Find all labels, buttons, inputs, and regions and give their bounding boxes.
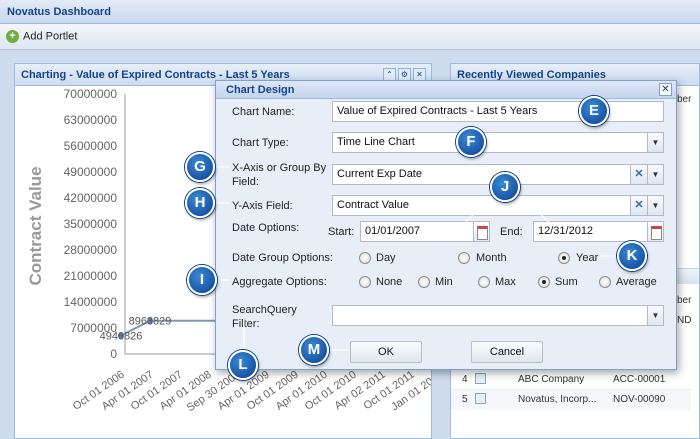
callout-badge-i: I <box>187 265 217 295</box>
callout-badge-k: K <box>617 241 647 271</box>
callout-badge-g: G <box>185 152 215 182</box>
callout-badge-e: E <box>579 96 609 126</box>
callout-line <box>462 196 491 226</box>
callout-badge-j: J <box>490 172 520 202</box>
callout-badge-l: L <box>228 350 258 380</box>
callout-badge-h: H <box>185 188 215 218</box>
callout-lines <box>212 110 618 351</box>
callout-badge-f: F <box>456 127 486 157</box>
callout-line <box>521 196 553 226</box>
callout-badge-m: M <box>299 335 329 365</box>
